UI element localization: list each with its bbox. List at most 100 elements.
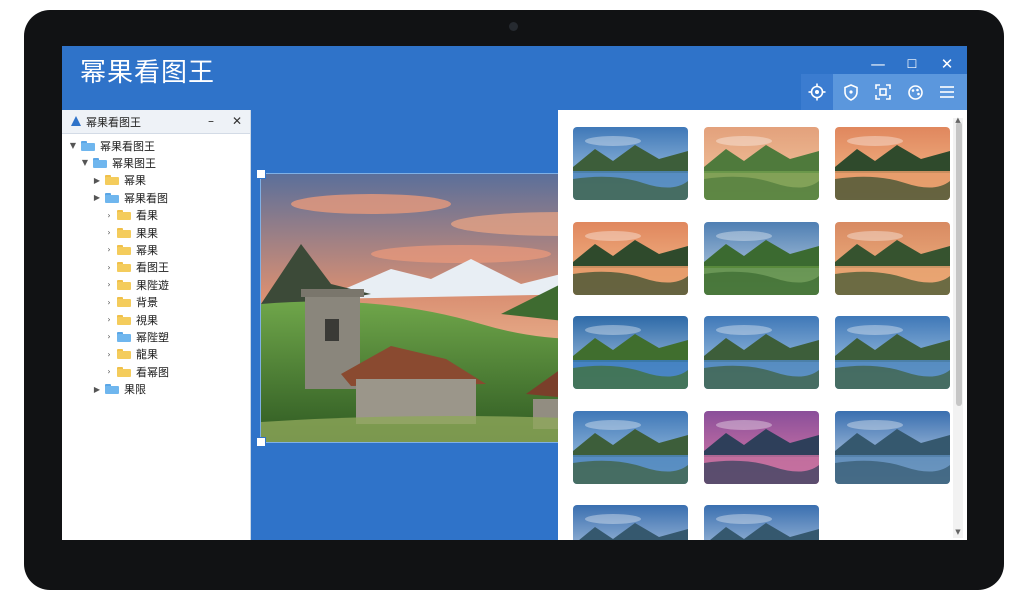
tree-item[interactable]: ▶ 果限 xyxy=(92,381,146,398)
thumbnail-image xyxy=(835,127,950,200)
expand-caret-icon[interactable]: ▼ xyxy=(80,158,90,167)
palette-button[interactable] xyxy=(899,74,931,110)
folder-icon xyxy=(117,314,131,325)
thumbnail-image xyxy=(573,410,688,484)
tree-item[interactable]: › 看果 xyxy=(104,207,158,224)
tree-item-label: 看图王 xyxy=(136,261,169,275)
tree-item[interactable]: › 背景 xyxy=(104,294,158,311)
tree-item[interactable]: › 視果 xyxy=(104,311,158,328)
tree-panel-minimize-button[interactable]: – xyxy=(202,112,220,130)
menu-button[interactable] xyxy=(931,74,963,110)
expand-caret-icon[interactable]: › xyxy=(104,298,114,307)
folder-icon xyxy=(117,262,131,273)
folder-icon xyxy=(93,157,107,168)
tree-item[interactable]: › 幂陛塑 xyxy=(104,328,169,345)
folder-icon xyxy=(117,279,131,290)
tree-item[interactable]: › 果陛遊 xyxy=(104,276,169,293)
tree-item-label: 幂果 xyxy=(136,243,158,257)
thumbnail-image xyxy=(573,505,688,540)
image-thumbnail[interactable] xyxy=(704,127,819,200)
tree-item[interactable]: ▼ 幂果看图王 xyxy=(68,137,155,154)
tree-item-label: 果陛遊 xyxy=(136,278,169,292)
image-thumbnail[interactable] xyxy=(704,410,819,484)
folder-icon xyxy=(117,244,131,255)
folder-icon xyxy=(105,175,119,186)
thumbnail-image xyxy=(704,127,819,200)
expand-caret-icon[interactable]: › xyxy=(104,350,114,359)
tree-item-label: 龍果 xyxy=(136,348,158,362)
tree-item[interactable]: › 幂果 xyxy=(104,241,158,258)
tree-item[interactable]: ▼ 幂果图王 xyxy=(80,154,156,171)
scroll-down-icon[interactable]: ▼ xyxy=(953,528,963,536)
expand-caret-icon[interactable]: › xyxy=(104,228,114,237)
tree-item-label: 看果 xyxy=(136,209,158,223)
expand-caret-icon[interactable]: ▶ xyxy=(92,176,102,185)
app-title: 幂果看图王 xyxy=(80,58,216,88)
expand-caret-icon[interactable]: › xyxy=(104,211,114,220)
tree-item-label: 幂果图王 xyxy=(112,156,156,170)
thumbnail-image xyxy=(573,221,688,295)
expand-caret-icon[interactable]: › xyxy=(104,280,114,289)
image-thumbnail[interactable] xyxy=(835,410,950,484)
expand-caret-icon[interactable]: ▶ xyxy=(92,193,102,202)
tree-item[interactable]: ▶ 幂果看图 xyxy=(92,189,168,206)
thumbnail-image xyxy=(835,316,950,389)
image-thumbnail[interactable] xyxy=(835,221,950,295)
folder-icon xyxy=(117,331,131,342)
thumbnail-image xyxy=(704,316,819,389)
image-thumbnail[interactable] xyxy=(704,316,819,389)
thumbnail-gallery: ▲ ▼ xyxy=(558,110,967,540)
scan-button[interactable] xyxy=(867,74,899,110)
settings-button[interactable] xyxy=(801,74,833,110)
folder-icon xyxy=(117,366,131,377)
image-thumbnail[interactable] xyxy=(704,221,819,295)
expand-caret-icon[interactable]: › xyxy=(104,315,114,324)
tree-item[interactable]: › 龍果 xyxy=(104,346,158,363)
tree-item[interactable]: › 看图王 xyxy=(104,259,169,276)
image-thumbnail[interactable] xyxy=(573,410,688,484)
expand-caret-icon[interactable]: › xyxy=(104,367,114,376)
tree-item-label: 背景 xyxy=(136,296,158,310)
expand-caret-icon[interactable]: › xyxy=(104,332,114,341)
tree-item[interactable]: › 果果 xyxy=(104,224,158,241)
thumbnail-image xyxy=(573,127,688,200)
resize-handle-top-left[interactable] xyxy=(256,169,266,179)
image-thumbnail[interactable] xyxy=(573,505,688,540)
thumbnail-image xyxy=(835,221,950,295)
expand-caret-icon[interactable]: › xyxy=(104,263,114,272)
folder-icon xyxy=(81,140,95,151)
resize-handle-bottom-left[interactable] xyxy=(256,437,266,447)
tree-item-label: 幂果 xyxy=(124,174,146,188)
expand-caret-icon[interactable]: ▼ xyxy=(68,141,78,150)
image-thumbnail[interactable] xyxy=(573,316,688,389)
shield-button[interactable] xyxy=(835,74,867,110)
image-thumbnail[interactable] xyxy=(573,221,688,295)
menu-icon xyxy=(940,86,954,98)
gallery-scrollbar-thumb[interactable] xyxy=(956,122,962,406)
image-thumbnail[interactable] xyxy=(704,505,819,540)
minimize-button[interactable]: — xyxy=(862,52,894,76)
tree-item[interactable]: ▶ 幂果 xyxy=(92,172,146,189)
tree-item-label: 果果 xyxy=(136,226,158,240)
image-thumbnail[interactable] xyxy=(835,316,950,389)
expand-caret-icon[interactable]: ▶ xyxy=(92,385,102,394)
image-thumbnail[interactable] xyxy=(835,127,950,200)
tree-item-label: 幂果看图王 xyxy=(100,139,155,153)
toolbar xyxy=(801,74,967,110)
shield-icon xyxy=(844,83,858,101)
thumbnail-image xyxy=(704,221,819,295)
maximize-button[interactable]: ☐ xyxy=(896,52,928,76)
settings-gear-icon xyxy=(808,83,826,101)
tree-panel-close-button[interactable]: ✕ xyxy=(228,112,246,130)
scroll-up-icon[interactable]: ▲ xyxy=(953,116,963,124)
folder-tree-panel: 幂果看图王 – ✕ ▼ 幂果看图王 ▼ 幂果图王 ▶ 幂果 ▶ 幂果看图 › 看果 › 果果 › 幂果 › 看… xyxy=(62,110,251,540)
tree-item-label: 看幂图 xyxy=(136,365,169,379)
image-thumbnail[interactable] xyxy=(573,127,688,200)
tree-item-label: 果限 xyxy=(124,383,146,397)
tree-item-label: 視果 xyxy=(136,313,158,327)
thumbnail-image xyxy=(835,410,950,484)
expand-caret-icon[interactable]: › xyxy=(104,245,114,254)
palette-icon xyxy=(907,84,923,100)
tree-item[interactable]: › 看幂图 xyxy=(104,363,169,380)
close-button[interactable]: ✕ xyxy=(931,52,963,76)
